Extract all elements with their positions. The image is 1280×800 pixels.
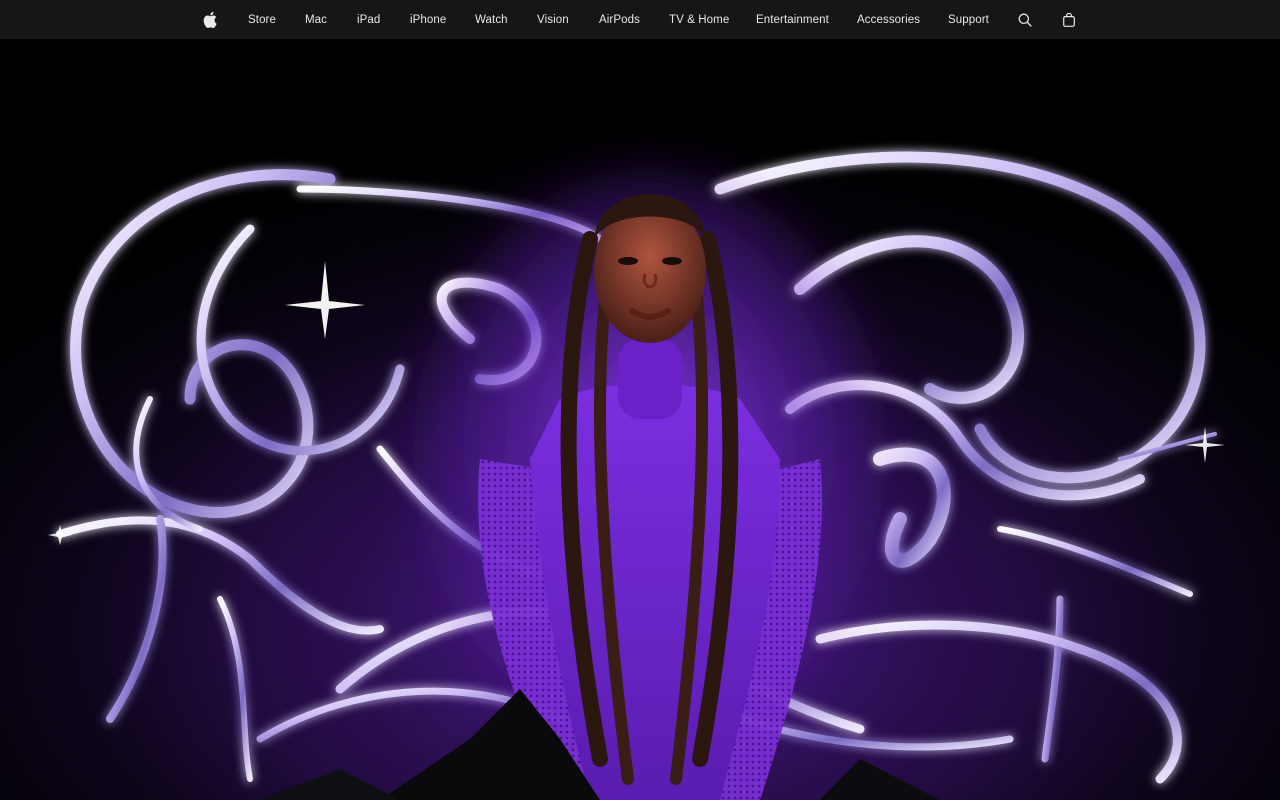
hero-artwork bbox=[0, 39, 1280, 800]
nav-vision[interactable]: Vision bbox=[537, 0, 569, 39]
search-icon[interactable] bbox=[1018, 0, 1032, 39]
nav-ipad[interactable]: iPad bbox=[357, 0, 380, 39]
nav-watch[interactable]: Watch bbox=[475, 0, 508, 39]
nav-accessories[interactable]: Accessories bbox=[857, 0, 920, 39]
shopping-bag-icon[interactable] bbox=[1063, 0, 1075, 39]
nav-airpods[interactable]: AirPods bbox=[599, 0, 640, 39]
nav-store[interactable]: Store bbox=[248, 0, 276, 39]
nav-list: Store Mac iPad iPhone Watch Vision AirPo… bbox=[0, 0, 1280, 39]
apple-logo-icon[interactable] bbox=[203, 0, 217, 39]
hero-banner[interactable] bbox=[0, 39, 1280, 800]
nav-entertainment[interactable]: Entertainment bbox=[756, 0, 829, 39]
global-nav: Store Mac iPad iPhone Watch Vision AirPo… bbox=[0, 0, 1280, 39]
nav-iphone[interactable]: iPhone bbox=[410, 0, 446, 39]
nav-support[interactable]: Support bbox=[948, 0, 989, 39]
nav-mac[interactable]: Mac bbox=[305, 0, 327, 39]
nav-tv-home[interactable]: TV & Home bbox=[669, 0, 729, 39]
